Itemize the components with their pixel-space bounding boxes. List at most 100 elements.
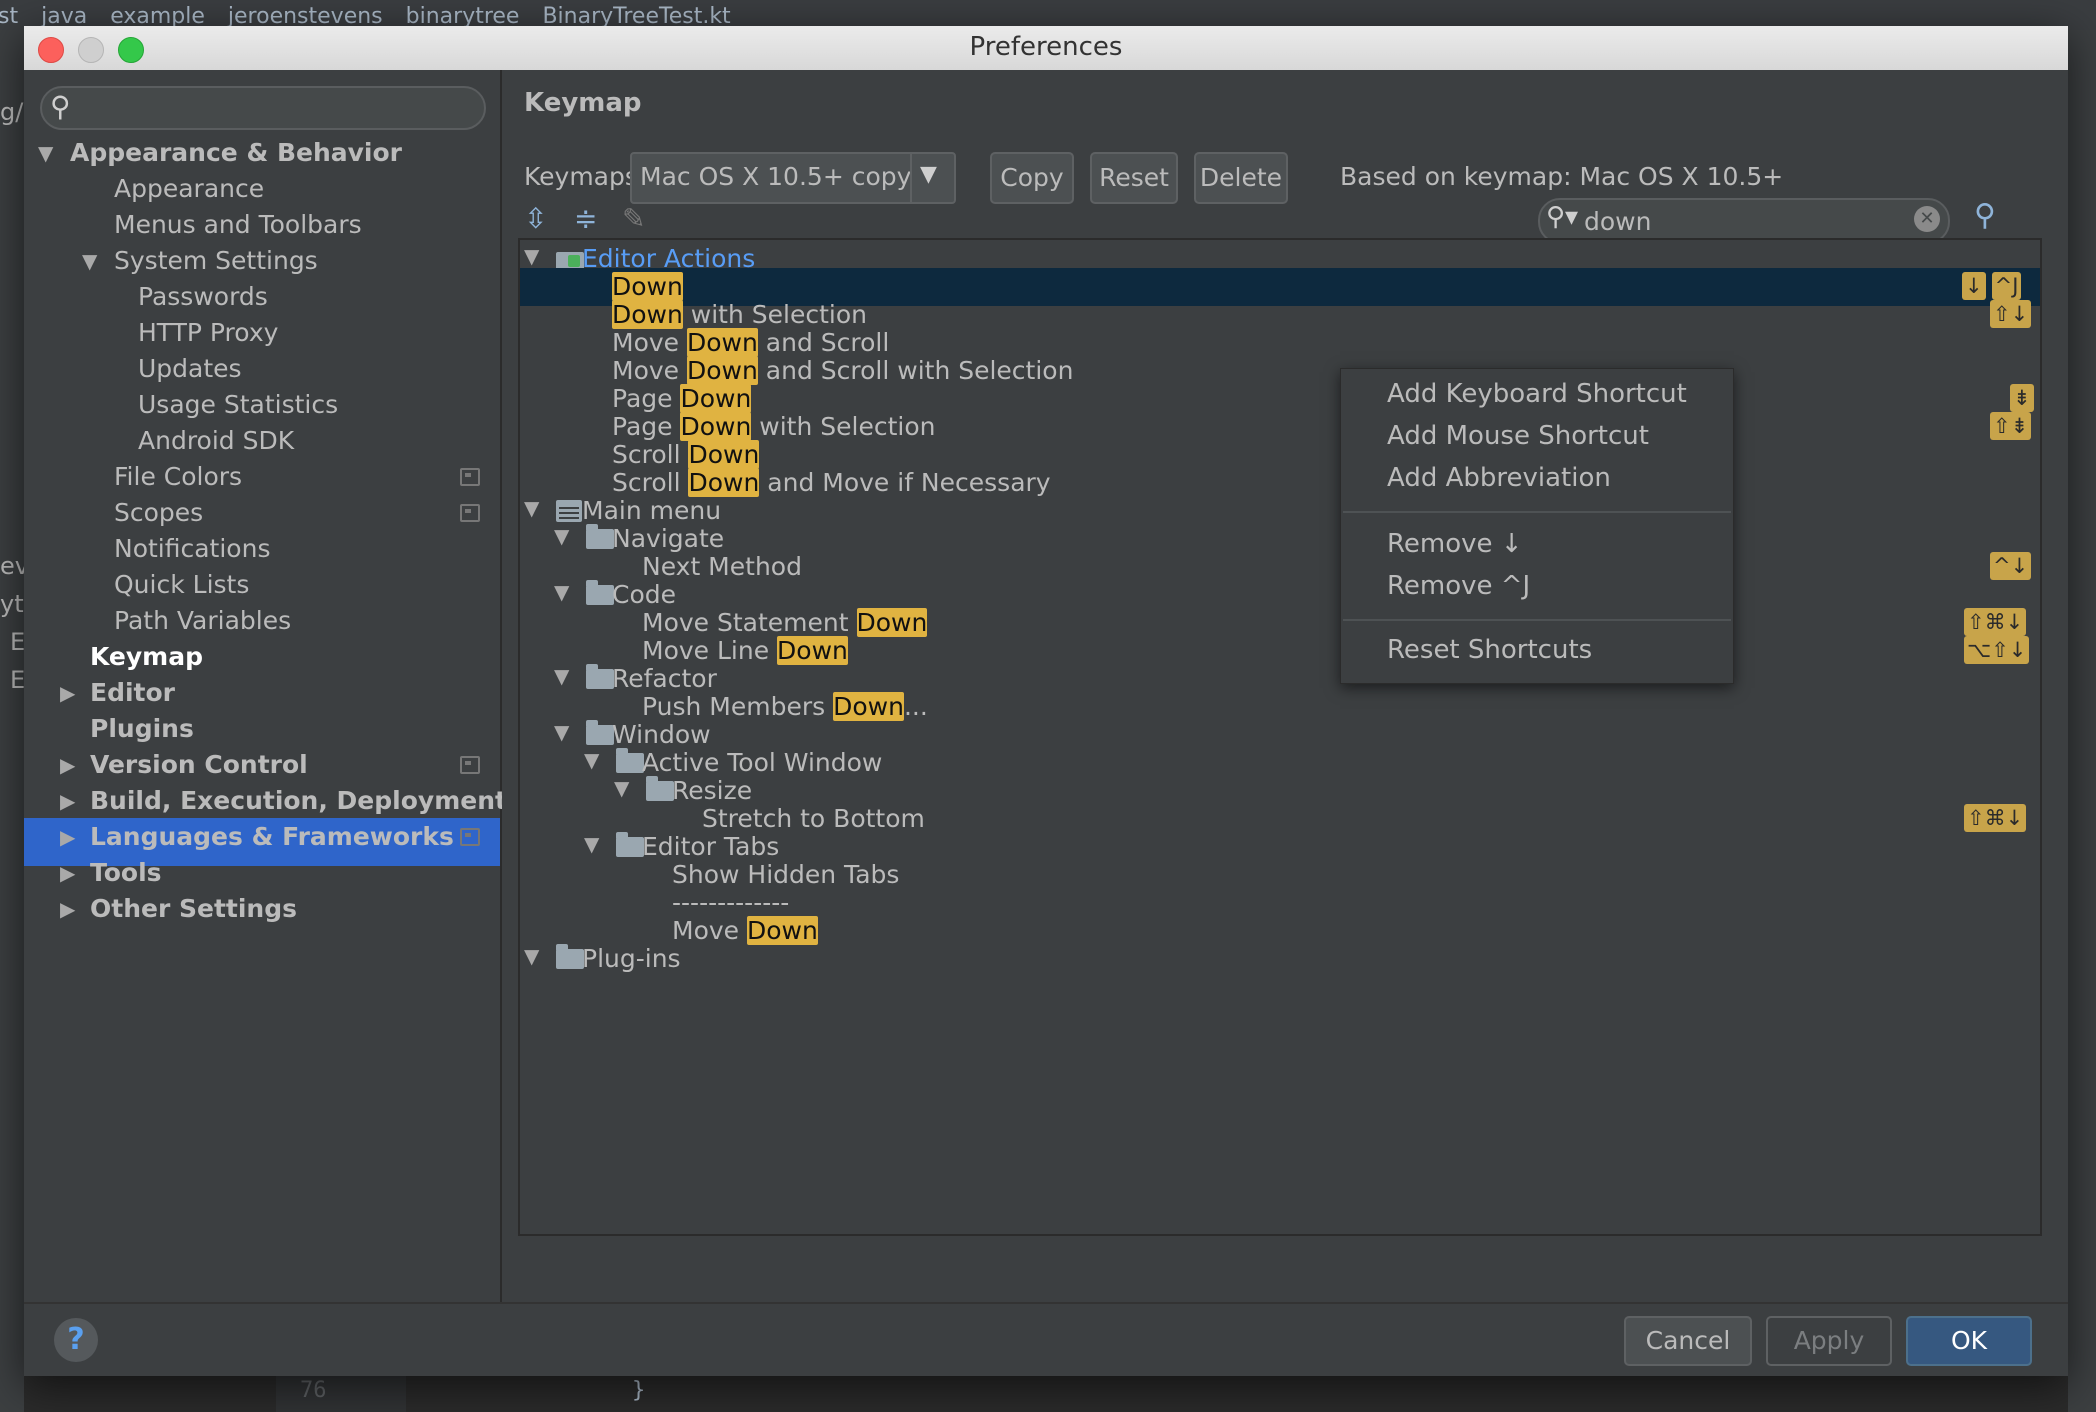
dialog-footer: ? Cancel Apply OK xyxy=(24,1302,2068,1376)
apply-button[interactable]: Apply xyxy=(1766,1316,1892,1366)
line-number: 76 xyxy=(300,1378,327,1403)
sidebar-item-label: Usage Statistics xyxy=(138,390,339,419)
project-level-icon xyxy=(460,504,480,522)
divider xyxy=(910,154,912,202)
breadcrumb-item[interactable]: st xyxy=(0,4,18,29)
sidebar-item-label: File Colors xyxy=(114,462,243,491)
sidebar-item-label: Version Control xyxy=(90,750,308,779)
preferences-dialog: Preferences ⚲ ▼ Appearance & Behavior Ap… xyxy=(24,26,2068,1376)
search-icon: ⚲ xyxy=(50,90,71,123)
sidebar-item-label: Android SDK xyxy=(138,426,295,455)
folder-icon xyxy=(646,776,674,801)
chevron-down-icon[interactable]: ▼ xyxy=(584,748,599,772)
copy-button[interactable]: Copy xyxy=(990,152,1074,204)
remove-shortcut-item[interactable]: Remove ^J xyxy=(1387,571,1530,601)
help-button[interactable]: ? xyxy=(54,1318,98,1362)
delete-button[interactable]: Delete xyxy=(1194,152,1288,204)
keymap-select-value: Mac OS X 10.5+ copy xyxy=(640,162,912,191)
edit-icon[interactable]: ✎ xyxy=(622,202,645,235)
sidebar-item-label: Path Variables xyxy=(114,606,292,635)
keymaps-label: Keymaps: xyxy=(524,162,647,191)
chevron-down-icon[interactable]: ▼ xyxy=(554,580,569,604)
folder-icon xyxy=(616,748,644,773)
sidebar-item-label: Other Settings xyxy=(90,894,297,923)
sidebar-item-label: Languages & Frameworks xyxy=(90,822,454,851)
chevron-down-icon[interactable]: ▼ xyxy=(82,238,97,284)
chevron-down-icon[interactable]: ▼ xyxy=(554,664,569,688)
sidebar-item-label: Keymap xyxy=(90,642,204,671)
sidebar-item-label: HTTP Proxy xyxy=(138,318,279,347)
chevron-down-icon[interactable]: ▼ xyxy=(38,130,53,176)
sidebar-item-label: Notifications xyxy=(114,534,271,563)
sidebar-item-label: Scopes xyxy=(114,498,204,527)
ide-fragment: E xyxy=(10,666,26,694)
chevron-right-icon[interactable]: ▶ xyxy=(60,886,75,932)
sidebar-item-label: Passwords xyxy=(138,282,268,311)
sidebar-item-label: Appearance xyxy=(114,174,265,203)
ide-fragment: g/ xyxy=(0,98,24,126)
ide-fragment: E xyxy=(10,628,26,656)
settings-sidebar: ⚲ ▼ Appearance & Behavior Appearance Men… xyxy=(24,70,507,1302)
keymap-panel: Keymap Keymaps: Mac OS X 10.5+ copy ▼ Co… xyxy=(502,70,2068,1302)
folder-icon xyxy=(616,832,644,857)
chevron-down-icon[interactable]: ▼ xyxy=(920,162,937,187)
chevron-down-icon[interactable]: ▼ xyxy=(584,832,599,856)
keymap-select[interactable]: Mac OS X 10.5+ copy ▼ xyxy=(630,152,956,204)
sidebar-item-label: Menus and Toolbars xyxy=(114,210,362,239)
main-menu-icon xyxy=(556,500,582,522)
add-mouse-shortcut-item[interactable]: Add Mouse Shortcut xyxy=(1387,421,1649,451)
ide-right-panel xyxy=(2068,30,2096,1412)
sidebar-item-label: Quick Lists xyxy=(114,570,250,599)
folder-icon xyxy=(586,720,614,745)
based-on-label: Based on keymap: Mac OS X 10.5+ xyxy=(1340,162,1784,191)
collapse-all-icon[interactable]: ≑ xyxy=(574,202,597,235)
chevron-down-icon[interactable]: ▼ xyxy=(524,244,539,268)
sidebar-item-label: System Settings xyxy=(114,246,318,275)
menu-divider xyxy=(1343,619,1731,621)
title-bar: Preferences xyxy=(24,26,2068,71)
chevron-down-icon[interactable]: ▼ xyxy=(524,496,539,520)
window-title: Preferences xyxy=(969,32,1123,62)
folder-icon xyxy=(586,664,614,689)
reset-button[interactable]: Reset xyxy=(1090,152,1178,204)
action-search-field[interactable] xyxy=(1582,204,1886,238)
add-keyboard-shortcut-item[interactable]: Add Keyboard Shortcut xyxy=(1387,379,1687,409)
settings-search-input[interactable]: ⚲ xyxy=(40,86,486,130)
project-level-icon xyxy=(460,468,480,486)
sidebar-item-label: Updates xyxy=(138,354,242,383)
ide-fragment: yt xyxy=(0,590,24,618)
menu-divider xyxy=(1343,511,1731,513)
project-level-icon xyxy=(460,828,480,846)
tree-row-plug-ins[interactable]: ▼ Plug-ins xyxy=(520,940,2040,978)
tree-row-label: Plug-ins xyxy=(582,944,681,973)
sidebar-item-other-settings[interactable]: ▶ Other Settings xyxy=(60,886,297,932)
sidebar-item-label: Plugins xyxy=(90,714,194,743)
sidebar-item-label: Appearance & Behavior xyxy=(70,138,402,167)
page-title: Keymap xyxy=(524,88,642,118)
remove-shortcut-item[interactable]: Remove ↓ xyxy=(1387,529,1523,559)
chevron-down-icon[interactable]: ▼ xyxy=(524,944,539,968)
ide-gutter: 76 xyxy=(276,1376,406,1412)
shortcut-context-menu: Add Keyboard Shortcut Add Mouse Shortcut… xyxy=(1340,368,1734,684)
add-abbreviation-item[interactable]: Add Abbreviation xyxy=(1387,463,1611,493)
ide-code-line: } xyxy=(632,1378,646,1403)
chevron-right-icon[interactable]: ▶ xyxy=(60,670,75,716)
chevron-down-icon[interactable]: ▼ xyxy=(554,524,569,548)
reset-shortcuts-item[interactable]: Reset Shortcuts xyxy=(1387,635,1592,665)
folder-icon xyxy=(556,944,584,969)
project-level-icon xyxy=(460,756,480,774)
expand-all-icon[interactable]: ⇳ xyxy=(524,202,547,235)
chevron-down-icon[interactable]: ▼ xyxy=(554,720,569,744)
keymap-tree: ▼ Editor Actions Down ↓ ^J Down with Sele… xyxy=(518,238,2042,1236)
chevron-down-icon[interactable]: ▼ xyxy=(614,776,629,800)
folder-icon xyxy=(586,524,614,549)
folder-icon xyxy=(586,580,614,605)
sidebar-item-label: Tools xyxy=(90,858,162,887)
cancel-button[interactable]: Cancel xyxy=(1624,1316,1752,1366)
find-by-shortcut-icon[interactable]: ⚲ xyxy=(1974,198,1996,233)
clear-search-icon[interactable]: ✕ xyxy=(1914,206,1940,232)
ide-left-panel: g/ ev yt E E xyxy=(0,30,29,1412)
ok-button[interactable]: OK xyxy=(1906,1316,2032,1366)
search-icon: ⚲▾ xyxy=(1546,202,1579,232)
sidebar-item-label: Editor xyxy=(90,678,175,707)
